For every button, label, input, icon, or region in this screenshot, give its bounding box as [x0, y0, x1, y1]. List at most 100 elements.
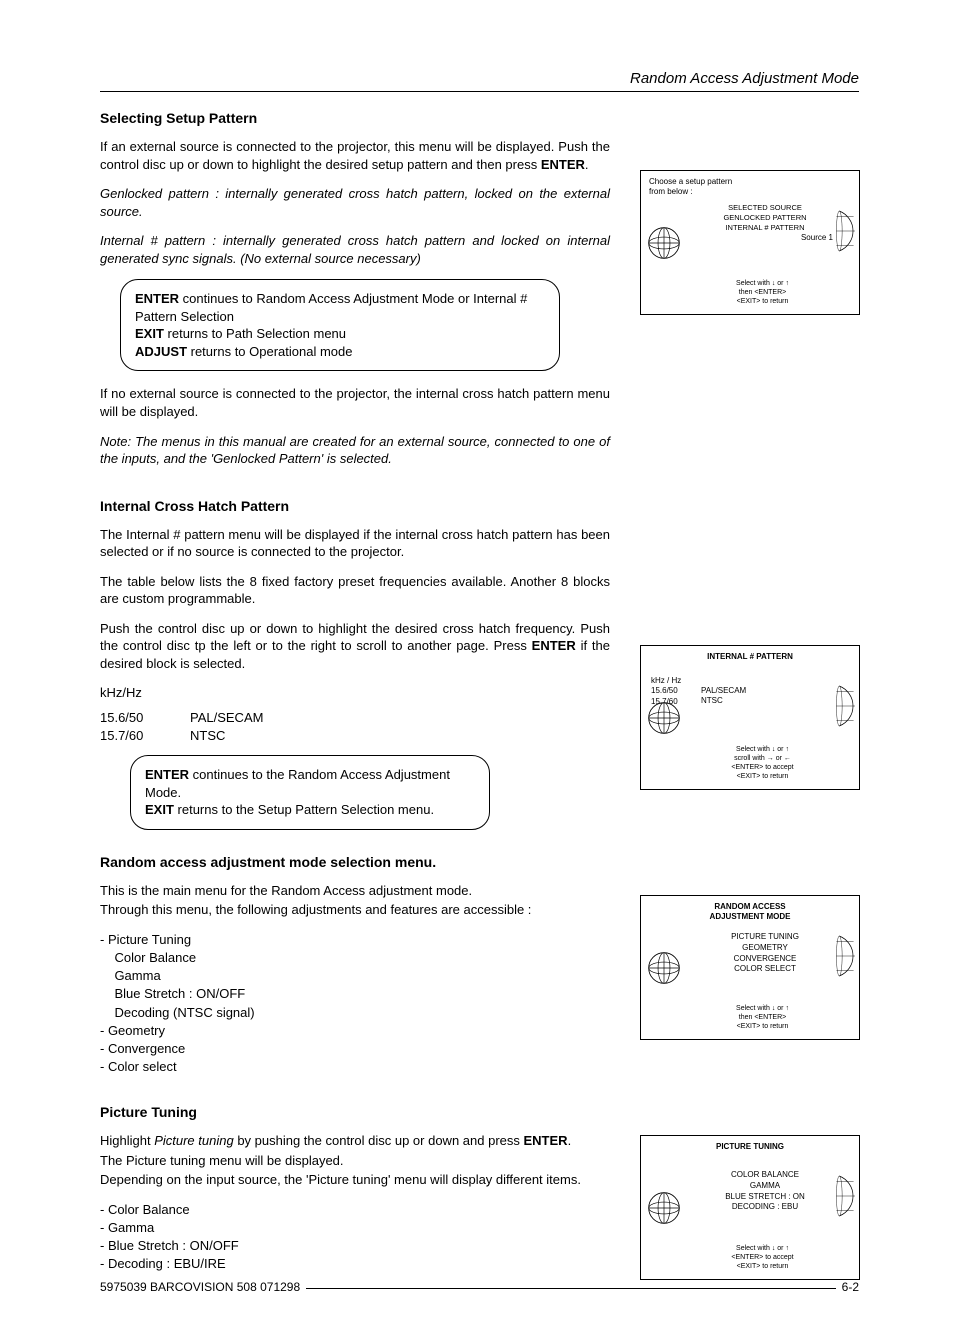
sec1-p1: If an external source is connected to th… — [100, 138, 610, 173]
footer-page-number: 6-2 — [842, 1280, 859, 1294]
menu-footer-line: Select with ↓ or ↑ — [696, 279, 829, 288]
bullet-sub: Decoding (NTSC signal) — [100, 1004, 610, 1022]
globe-icon — [835, 926, 855, 986]
box-text: returns to Path Selection menu — [164, 326, 346, 341]
menu1-top1: Choose a setup pattern — [649, 177, 732, 186]
sec1-p2: Genlocked pattern : internally generated… — [100, 185, 610, 220]
enter-keyword: ENTER — [135, 291, 179, 306]
freq-table: kHz/Hz 15.6/50PAL/SECAM 15.7/60NTSC — [100, 684, 610, 745]
sec2-p2: The table below lists the 8 fixed factor… — [100, 573, 610, 608]
sec2-p3: Push the control disc up or down to high… — [100, 620, 610, 673]
menu-item: COLOR SELECT — [701, 964, 829, 975]
globe-icon — [835, 201, 855, 261]
bullet: - Color Balance — [100, 1201, 610, 1219]
menu-item: CONVERGENCE — [701, 954, 829, 965]
sec4-p1c: . — [568, 1133, 572, 1148]
globe-icon — [835, 676, 855, 736]
bullet: - Gamma — [100, 1219, 610, 1237]
bullet: - Picture Tuning — [100, 931, 610, 949]
sec4-title: Picture Tuning — [100, 1104, 610, 1120]
menu1-top2: from below : — [649, 187, 693, 196]
freq-header: kHz/Hz — [100, 684, 610, 702]
sec1-p1a: If an external source is connected to th… — [100, 139, 610, 172]
menu-footer-line: Select with ↓ or ↑ — [696, 745, 829, 754]
menu-footer-line: <EXIT> to return — [696, 1022, 829, 1031]
bullet: - Decoding : EBU/IRE — [100, 1255, 610, 1273]
menu-item: GEOMETRY — [701, 943, 829, 954]
globe-icon — [647, 1191, 681, 1225]
bullet: - Convergence — [100, 1040, 610, 1058]
sec1-p5: Note: The menus in this manual are creat… — [100, 433, 610, 468]
bullet-sub: Blue Stretch : ON/OFF — [100, 985, 610, 1003]
menu-footer-line: Select with ↓ or ↑ — [696, 1004, 829, 1013]
sys-name: NTSC — [701, 696, 746, 706]
bullet: - Color select — [100, 1058, 610, 1076]
globe-icon — [647, 226, 681, 260]
box-text: continues to Random Access Adjustment Mo… — [135, 291, 527, 324]
sec4-p1a: Highlight — [100, 1133, 154, 1148]
menu-footer-line: <ENTER> to accept — [696, 1253, 829, 1262]
sec1-keybox: ENTER continues to Random Access Adjustm… — [120, 279, 560, 371]
sec2-keybox: ENTER continues to the Random Access Adj… — [130, 755, 490, 830]
page-header: Random Access Adjustment Mode — [100, 70, 859, 87]
sec2-title: Internal Cross Hatch Pattern — [100, 498, 610, 514]
menu-item: PICTURE TUNING — [701, 932, 829, 943]
freq-khz: 15.6/50 — [100, 709, 190, 727]
menu-footer-line: Select with ↓ or ↑ — [696, 1244, 829, 1253]
menu-footer-line: <EXIT> to return — [696, 297, 829, 306]
menu-item: GENLOCKED PATTERN — [701, 213, 829, 223]
picture-tuning-term: Picture tuning — [154, 1133, 234, 1148]
source-label: Source 1 — [801, 233, 833, 243]
enter-keyword: ENTER — [532, 638, 576, 653]
bullet-sub: Color Balance — [100, 949, 610, 967]
menu-footer-line: then <ENTER> — [696, 288, 829, 297]
sec3-p1: This is the main menu for the Random Acc… — [100, 882, 610, 900]
sec4-p2: The Picture tuning menu will be displaye… — [100, 1152, 610, 1170]
sec3-bullets: - Picture Tuning Color Balance Gamma Blu… — [100, 931, 610, 1077]
menu-item: GAMMA — [701, 1181, 829, 1192]
enter-keyword: ENTER — [145, 767, 189, 782]
menu-footer-line: then <ENTER> — [696, 1013, 829, 1022]
menu-item: BLUE STRETCH : ON — [701, 1192, 829, 1203]
sec4-bullets: - Color Balance - Gamma - Blue Stretch :… — [100, 1201, 610, 1274]
menu-random-access: RANDOM ACCESS ADJUSTMENT MODE PICTURE TU… — [640, 895, 860, 1040]
sec1-p4: If no external source is connected to th… — [100, 385, 610, 420]
exit-keyword: EXIT — [135, 326, 164, 341]
sec4-p3: Depending on the input source, the 'Pict… — [100, 1171, 610, 1189]
menu-footer-line: scroll with → or ← — [696, 754, 829, 763]
menu-screens-column: Choose a setup pattern from below : SELE… — [640, 110, 860, 1294]
menu4-title: PICTURE TUNING — [647, 1142, 853, 1152]
sec3-p2: Through this menu, the following adjustm… — [100, 901, 610, 919]
khz-val: 15.6/50 — [651, 686, 681, 696]
menu-item: SELECTED SOURCE — [701, 203, 829, 213]
enter-keyword: ENTER — [524, 1133, 568, 1148]
bullet: - Blue Stretch : ON/OFF — [100, 1237, 610, 1255]
menu-internal-pattern: INTERNAL # PATTERN kHz / Hz 15.6/50 15.7… — [640, 645, 860, 790]
sec1-p3: Internal # pattern : internally generate… — [100, 232, 610, 267]
menu-setup-pattern: Choose a setup pattern from below : SELE… — [640, 170, 860, 315]
bullet: - Geometry — [100, 1022, 610, 1040]
menu-footer-line: <ENTER> to accept — [696, 763, 829, 772]
globe-icon — [647, 951, 681, 985]
freq-name: NTSC — [190, 727, 225, 745]
menu-footer-line: <EXIT> to return — [696, 1262, 829, 1271]
menu-footer-line: <EXIT> to return — [696, 772, 829, 781]
footer-doc-id: 5975039 BARCOVISION 508 071298 — [100, 1280, 300, 1294]
menu-item: COLOR BALANCE — [701, 1170, 829, 1181]
page-footer: 5975039 BARCOVISION 508 071298 6-2 — [100, 1280, 859, 1294]
menu-picture-tuning: PICTURE TUNING COLOR BALANCE GAMMA BLUE … — [640, 1135, 860, 1280]
sec3-title: Random access adjustment mode selection … — [100, 854, 610, 870]
freq-khz: 15.7/60 — [100, 727, 190, 745]
menu3-title1: RANDOM ACCESS — [714, 902, 785, 911]
main-text-column: Selecting Setup Pattern If an external s… — [100, 110, 610, 1294]
menu-item: INTERNAL # PATTERN — [701, 223, 829, 233]
box-text: continues to the Random Access Adjustmen… — [145, 767, 450, 800]
box-text: returns to the Setup Pattern Selection m… — [174, 802, 434, 817]
adjust-keyword: ADJUST — [135, 344, 187, 359]
menu2-title: INTERNAL # PATTERN — [647, 652, 853, 662]
freq-name: PAL/SECAM — [190, 709, 263, 727]
freq-row: 15.6/50PAL/SECAM — [100, 709, 610, 727]
footer-rule — [306, 1288, 836, 1289]
header-rule — [100, 91, 859, 92]
khz-val: 15.7/60 — [651, 697, 681, 707]
